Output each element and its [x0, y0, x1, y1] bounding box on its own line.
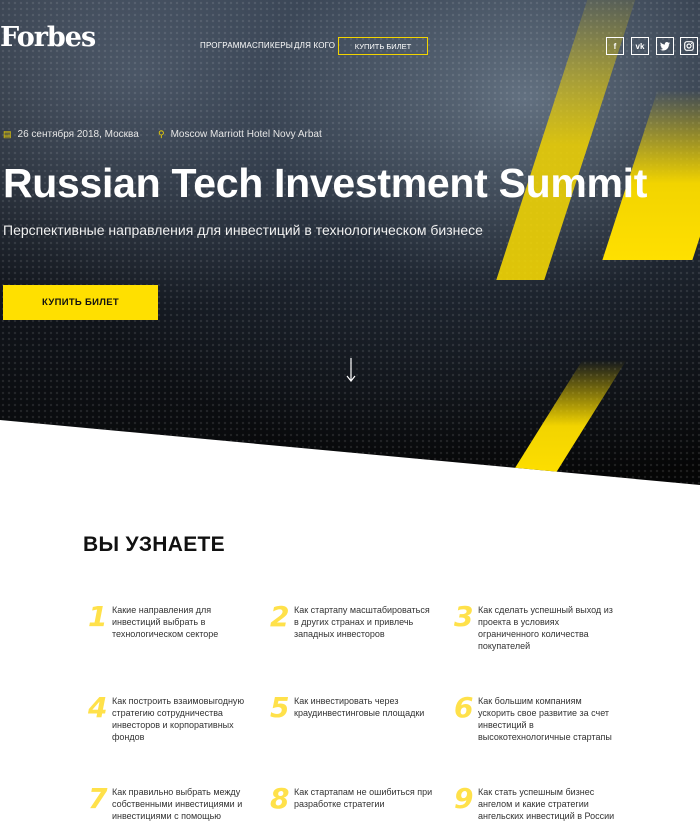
scroll-down-arrow-icon[interactable] [344, 357, 358, 383]
forbes-logo[interactable]: Forbes [0, 22, 96, 53]
item-number: 7 [88, 782, 108, 815]
item-text: Как сделать успешный выход из проекта в … [478, 605, 613, 651]
event-date: ▤ 26 сентября 2018, Москва [3, 129, 139, 140]
item-text: Как большим компаниям ускорить свое разв… [478, 696, 612, 742]
event-date-text: 26 сентября 2018, Москва [17, 129, 139, 140]
item-text: Как стартапам не ошибиться при разработк… [294, 787, 433, 809]
location-pin-icon: ⚲ [158, 129, 165, 139]
item-number: 4 [88, 691, 108, 724]
nav-program[interactable]: ПРОГРАММА [200, 41, 252, 50]
page-subtitle: Перспективные направления для инвестиций… [3, 222, 483, 238]
item-text: Как построить взаимовыгодную стратегию с… [112, 696, 245, 742]
item-number: 3 [454, 600, 474, 633]
item-text: Как инвестировать через краудинвестингов… [294, 696, 425, 718]
item-number: 6 [454, 691, 474, 724]
hero-banner: Forbes ПРОГРАММА СПИКЕРЫ ДЛЯ КОГО КУПИТЬ… [0, 0, 700, 485]
item-number: 8 [270, 782, 290, 815]
page-title: Russian Tech Investment Summit [3, 160, 648, 206]
item-number: 9 [454, 782, 474, 815]
instagram-icon[interactable] [680, 37, 698, 55]
item-text: Какие направления для инвестиций выбрать… [112, 605, 219, 639]
item-text: Как правильно выбрать между собственными… [112, 787, 243, 821]
nav-audience[interactable]: ДЛЯ КОГО [294, 41, 335, 50]
section-title-learn: ВЫ УЗНАЕТЕ [83, 533, 225, 556]
item-number: 2 [270, 600, 290, 633]
item-text: Как стартапу масштабироваться в других с… [294, 605, 430, 639]
item-number: 1 [88, 600, 108, 633]
buy-ticket-button[interactable]: КУПИТЬ БИЛЕТ [3, 285, 158, 320]
facebook-icon[interactable]: f [606, 37, 624, 55]
nav-speakers[interactable]: СПИКЕРЫ [252, 41, 293, 50]
twitter-icon[interactable] [656, 37, 674, 55]
calendar-icon: ▤ [3, 129, 12, 139]
item-number: 5 [270, 691, 290, 724]
buy-ticket-header-button[interactable]: КУПИТЬ БИЛЕТ [338, 37, 428, 55]
vk-icon[interactable]: vk [631, 37, 649, 55]
event-venue: ⚲ Moscow Marriott Hotel Novy Arbat [158, 129, 322, 140]
event-venue-text: Moscow Marriott Hotel Novy Arbat [170, 129, 322, 140]
item-text: Как стать успешным бизнес ангелом и каки… [478, 787, 615, 821]
